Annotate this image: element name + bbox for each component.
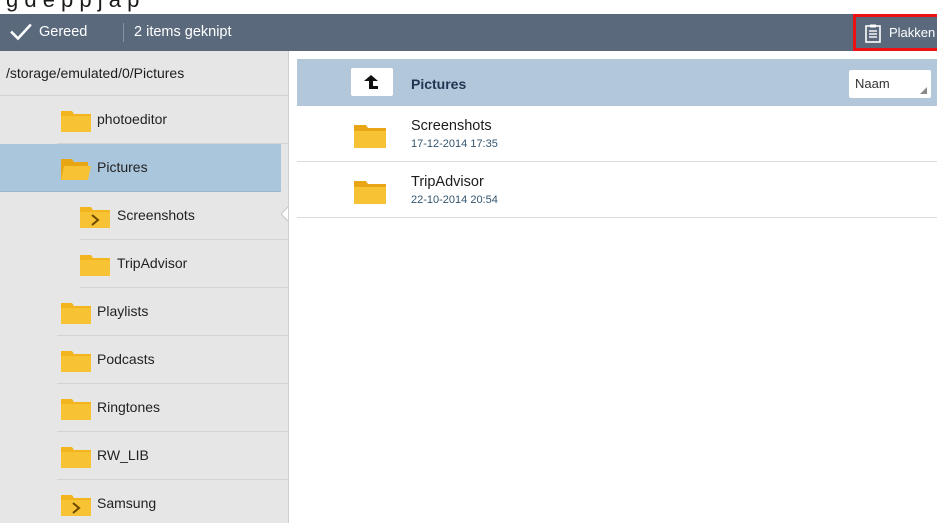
file-date: 17-12-2014 17:35 [411,138,498,150]
file-date: 22-10-2014 20:54 [411,194,498,206]
tree-item-playlists[interactable]: Playlists [57,288,288,336]
tree-item-screenshots[interactable]: Screenshots [80,192,288,240]
tree-item-tripadvisor[interactable]: TripAdvisor [80,240,288,288]
tree-item-label: RW_LIB [97,447,149,463]
folder-open-icon [61,159,91,180]
dropdown-corner-icon [920,87,927,94]
folder-header: Pictures Naam [297,59,937,106]
folder-expand-icon [80,207,110,228]
sort-selected-value: Naam [855,76,890,91]
folder-icon [61,351,91,372]
tree-item-ringtones[interactable]: Ringtones [57,384,288,432]
current-folder-title: Pictures [411,76,467,92]
current-path: /storage/emulated/0/Pictures [6,65,185,81]
path-header: /storage/emulated/0/Pictures [0,51,288,96]
file-name: Screenshots [411,118,492,134]
file-row-screenshots[interactable]: Screenshots 17-12-2014 17:35 [297,106,937,162]
action-bar: Gereed 2 items geknipt Plakken [0,14,937,51]
tree-item-photoeditor[interactable]: photoeditor [57,96,288,144]
folder-icon [354,181,386,204]
tree-item-label: TripAdvisor [117,255,188,271]
clipboard-status: 2 items geknipt [134,24,232,40]
folder-icon [61,303,91,324]
folder-icon [61,399,91,420]
tree-item-label: Screenshots [117,207,195,223]
action-bar-divider [123,23,124,42]
tree-item-rw-lib[interactable]: RW_LIB [57,432,288,480]
tree-item-label: photoeditor [97,111,168,127]
tree-item-label: Samsung [97,495,157,511]
folder-icon [80,255,110,276]
folder-icon [61,447,91,468]
folder-expand-icon [61,495,91,516]
done-label: Gereed [39,24,88,40]
tree-item-label: Playlists [97,303,149,319]
done-button[interactable]: Gereed [0,14,118,51]
tree-item-label: Ringtones [97,399,161,415]
folder-tree-panel: /storage/emulated/0/Pictures photoeditor… [0,51,289,523]
divider [297,217,937,218]
parent-folder-button[interactable] [351,68,393,96]
tree-item-label: Pictures [97,159,148,175]
paste-label: Plakken [889,25,936,40]
tree-item-label: Podcasts [97,351,155,367]
file-name: TripAdvisor [411,174,484,190]
cropped-text: g d e p p j a p [6,0,139,13]
up-arrow-icon [364,75,378,89]
sort-dropdown[interactable]: Naam [849,70,931,98]
tree-item-pictures[interactable]: Pictures [0,144,281,192]
folder-icon [354,125,386,148]
file-row-tripadvisor[interactable]: TripAdvisor 22-10-2014 20:54 [297,162,937,218]
file-list-panel: Pictures Naam Screenshots 17-12-2014 17:… [297,57,937,523]
paste-button[interactable]: Plakken [853,14,937,51]
folder-icon [61,111,91,132]
tree-item-samsung[interactable]: Samsung [57,480,288,523]
checkmark-icon [10,23,32,41]
tree-item-podcasts[interactable]: Podcasts [57,336,288,384]
cropped-text-band: g d e p p j a p [0,0,937,14]
clipboard-paste-icon [865,24,881,43]
